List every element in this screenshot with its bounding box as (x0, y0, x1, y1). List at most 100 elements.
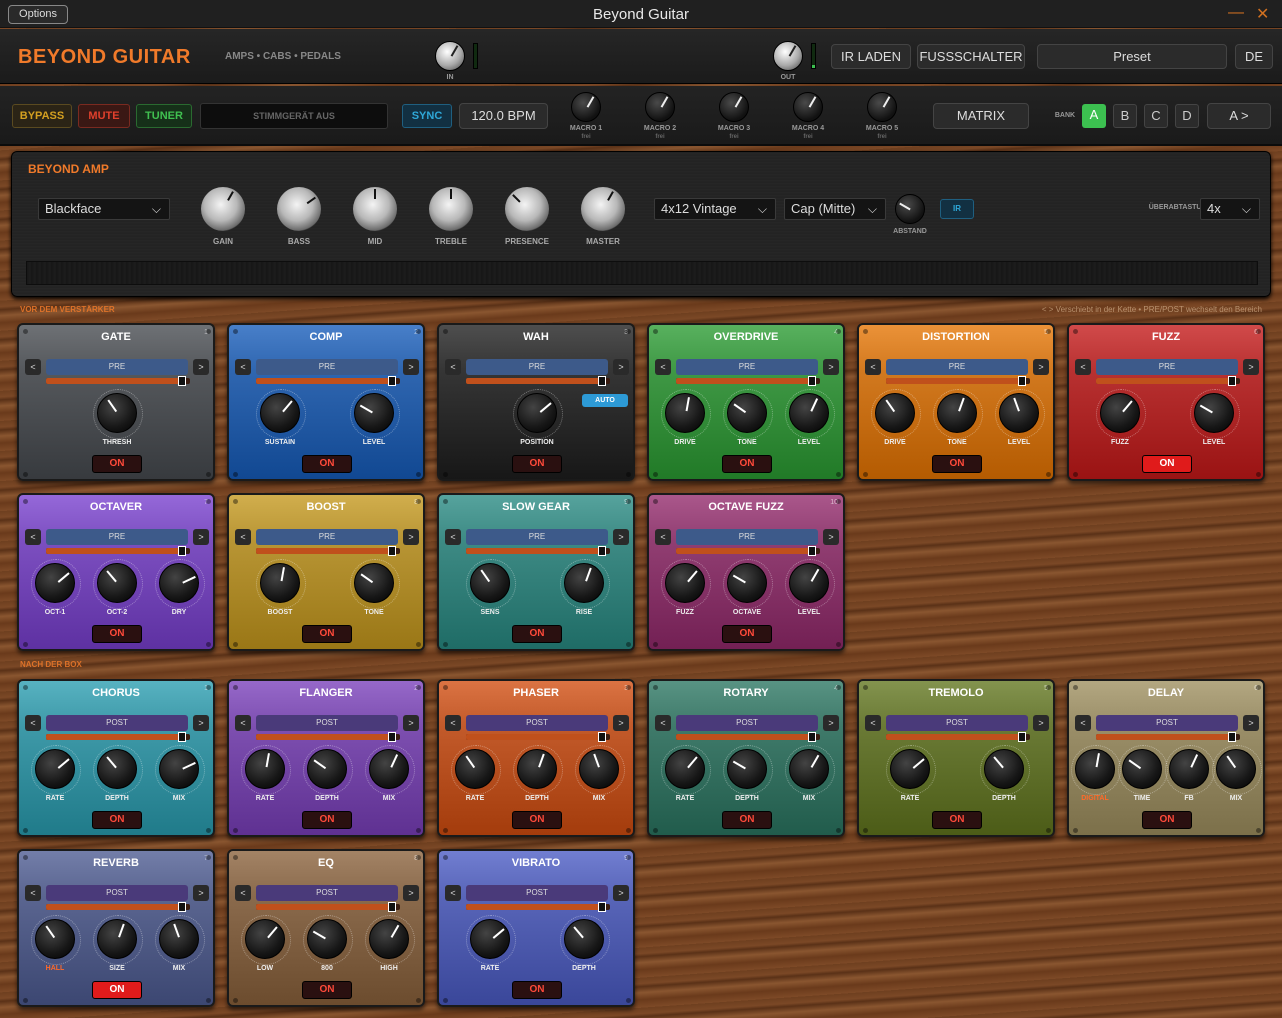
move-left-button[interactable]: < (235, 359, 251, 375)
fuzz-level-knob[interactable] (1190, 389, 1240, 439)
mix-slider-handle[interactable] (388, 732, 396, 742)
tremolo-depth-knob[interactable] (980, 745, 1030, 795)
macro-3-knob[interactable] (719, 92, 749, 122)
delay-mix-knob[interactable] (1212, 745, 1262, 795)
sync-button[interactable]: SYNC (402, 104, 452, 128)
move-right-button[interactable]: > (193, 529, 209, 545)
mix-slider-handle[interactable] (178, 546, 186, 556)
mix-slider[interactable] (676, 376, 820, 386)
pedal-on-button[interactable]: ON (302, 625, 352, 643)
mix-slider[interactable] (1096, 376, 1240, 386)
move-left-button[interactable]: < (25, 885, 41, 901)
flanger-mix-knob[interactable] (365, 745, 415, 795)
close-icon[interactable]: ✕ (1256, 4, 1269, 24)
pre-post-toggle[interactable]: PRE (1096, 359, 1238, 375)
move-right-button[interactable]: > (403, 359, 419, 375)
mix-slider-handle[interactable] (1228, 376, 1236, 386)
fuzz-fuzz-knob[interactable] (1096, 389, 1146, 439)
gain-knob[interactable] (201, 187, 245, 231)
move-left-button[interactable]: < (655, 529, 671, 545)
phaser-depth-knob[interactable] (513, 745, 563, 795)
footswitch-button[interactable]: FUSSSCHALTER (917, 44, 1025, 69)
move-right-button[interactable]: > (613, 885, 629, 901)
mix-slider[interactable] (46, 902, 190, 912)
pedal-on-button[interactable]: ON (932, 455, 982, 473)
distortion-tone-knob[interactable] (933, 389, 983, 439)
mix-slider[interactable] (466, 376, 610, 386)
matrix-button[interactable]: MATRIX (933, 103, 1029, 129)
master-knob[interactable] (581, 187, 625, 231)
mix-slider-handle[interactable] (178, 376, 186, 386)
move-left-button[interactable]: < (655, 359, 671, 375)
macro-5-knob[interactable] (867, 92, 897, 122)
treble-knob[interactable] (429, 187, 473, 231)
overdrive-drive-knob[interactable] (661, 389, 711, 439)
move-right-button[interactable]: > (823, 529, 839, 545)
mix-slider-handle[interactable] (178, 732, 186, 742)
move-left-button[interactable]: < (865, 359, 881, 375)
ir-toggle[interactable]: IR (940, 199, 974, 219)
pre-post-toggle[interactable]: POST (1096, 715, 1238, 731)
move-left-button[interactable]: < (445, 715, 461, 731)
move-left-button[interactable]: < (445, 885, 461, 901)
pre-post-toggle[interactable]: POST (886, 715, 1028, 731)
tuner-button[interactable]: TUNER (136, 104, 192, 128)
pedal-on-button[interactable]: ON (1142, 811, 1192, 829)
octave-fuzz-fuzz-knob[interactable] (661, 559, 711, 609)
move-right-button[interactable]: > (403, 715, 419, 731)
minimize-icon[interactable]: — (1228, 4, 1244, 22)
move-left-button[interactable]: < (445, 359, 461, 375)
mic-select[interactable]: Cap (Mitte) ⌵ (784, 198, 886, 220)
octaver-oct-1-knob[interactable] (31, 559, 81, 609)
move-left-button[interactable]: < (25, 529, 41, 545)
flanger-depth-knob[interactable] (303, 745, 353, 795)
bank-c-button[interactable]: C (1144, 104, 1168, 128)
mix-slider[interactable] (256, 546, 400, 556)
move-right-button[interactable]: > (1033, 359, 1049, 375)
pedal-on-button[interactable]: ON (302, 455, 352, 473)
delay-fb-knob[interactable] (1165, 745, 1215, 795)
pre-post-toggle[interactable]: PRE (676, 529, 818, 545)
delay-time-knob[interactable] (1118, 745, 1168, 795)
amp-model-select[interactable]: Blackface ⌵ (38, 198, 170, 220)
delay-digital-knob[interactable] (1071, 745, 1121, 795)
move-left-button[interactable]: < (1075, 715, 1091, 731)
mix-slider[interactable] (256, 376, 400, 386)
eq-low-knob[interactable] (241, 915, 291, 965)
distortion-drive-knob[interactable] (871, 389, 921, 439)
move-right-button[interactable]: > (823, 715, 839, 731)
pre-post-toggle[interactable]: PRE (466, 359, 608, 375)
mix-slider[interactable] (466, 902, 610, 912)
mix-slider[interactable] (886, 732, 1030, 742)
move-left-button[interactable]: < (445, 529, 461, 545)
eq-800-knob[interactable] (303, 915, 353, 965)
mix-slider[interactable] (886, 376, 1030, 386)
mix-slider[interactable] (676, 732, 820, 742)
presence-knob[interactable] (505, 187, 549, 231)
pedal-on-button[interactable]: ON (512, 811, 562, 829)
mix-slider-handle[interactable] (598, 376, 606, 386)
mix-slider-handle[interactable] (598, 732, 606, 742)
octave-fuzz-level-knob[interactable] (785, 559, 835, 609)
octaver-oct-2-knob[interactable] (93, 559, 143, 609)
pedal-on-button[interactable]: ON (92, 811, 142, 829)
pre-post-toggle[interactable]: PRE (46, 529, 188, 545)
pre-post-toggle[interactable]: POST (46, 885, 188, 901)
boost-tone-knob[interactable] (350, 559, 400, 609)
move-right-button[interactable]: > (193, 359, 209, 375)
move-right-button[interactable]: > (403, 885, 419, 901)
pedal-on-button[interactable]: ON (92, 625, 142, 643)
move-left-button[interactable]: < (235, 885, 251, 901)
pre-post-toggle[interactable]: PRE (256, 359, 398, 375)
macro-1-knob[interactable] (571, 92, 601, 122)
macro-2-knob[interactable] (645, 92, 675, 122)
bpm-display[interactable]: 120.0 BPM (459, 103, 548, 129)
preset-selector[interactable]: Preset (1037, 44, 1227, 69)
pre-post-toggle[interactable]: POST (256, 715, 398, 731)
bass-knob[interactable] (277, 187, 321, 231)
pre-post-toggle[interactable]: POST (466, 715, 608, 731)
mix-slider-handle[interactable] (598, 902, 606, 912)
language-button[interactable]: DE (1235, 44, 1273, 69)
chorus-depth-knob[interactable] (93, 745, 143, 795)
mute-button[interactable]: MUTE (78, 104, 130, 128)
